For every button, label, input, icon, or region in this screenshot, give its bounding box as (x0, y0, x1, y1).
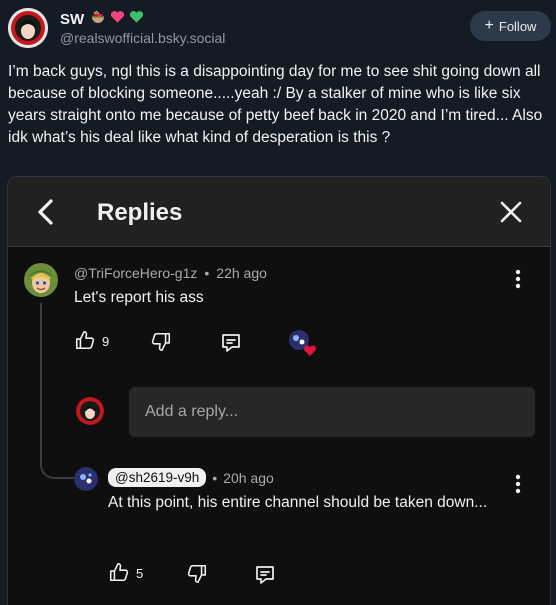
pink-heart-emoji-icon (110, 10, 125, 29)
author-display-name[interactable]: SW (60, 11, 84, 28)
ramen-bowl-emoji-icon (90, 9, 106, 30)
thumbs-down-icon (150, 331, 172, 356)
replies-title: Replies (97, 199, 183, 226)
creator-heart-badge (288, 329, 318, 357)
reply-like-button[interactable]: 5 (108, 561, 143, 586)
follow-button[interactable]: + Follow (470, 11, 551, 41)
thread-connector (40, 303, 76, 479)
commenter-avatar[interactable] (24, 263, 58, 297)
embedded-image[interactable]: Replies @TriForceHero-g1z • 22h ago Let'… (7, 176, 551, 605)
reply-time[interactable]: 20h ago (223, 470, 274, 486)
meta-separator: • (212, 469, 218, 486)
thumbs-up-icon (108, 561, 130, 586)
more-options-icon[interactable] (510, 472, 526, 496)
add-reply-input[interactable] (129, 387, 535, 437)
thumbs-up-icon (74, 329, 96, 354)
reply-reply-button[interactable] (253, 563, 277, 590)
reply-author-chip[interactable]: @sh2619-v9h (108, 468, 207, 487)
comment-bubble-icon (253, 563, 277, 590)
plus-icon: + (484, 16, 494, 34)
reply-dislike-button[interactable] (186, 563, 208, 588)
comment-author[interactable]: @TriForceHero-g1z (74, 265, 197, 281)
green-heart-emoji-icon (129, 10, 144, 29)
post-header: SW @realswofficial.bsky.social + Follow (0, 0, 556, 60)
dislike-button[interactable] (150, 331, 172, 356)
like-count: 9 (102, 334, 110, 349)
comment-bubble-icon (219, 331, 243, 358)
reply-button[interactable] (219, 331, 243, 358)
current-user-avatar (76, 397, 104, 425)
post-text: I’m back guys, ngl this is a disappointi… (8, 63, 543, 146)
meta-separator: • (204, 265, 210, 281)
replier-avatar[interactable] (74, 467, 98, 491)
comment-text: Let's report his ass (74, 289, 204, 306)
author-avatar[interactable] (8, 8, 48, 48)
like-button[interactable]: 9 (74, 329, 109, 354)
more-options-icon[interactable] (510, 267, 526, 291)
thumbs-down-icon (186, 563, 208, 588)
follow-label: Follow (498, 18, 537, 34)
reply-like-count: 5 (136, 566, 144, 581)
reply-text: At this point, his entire channel should… (108, 494, 488, 511)
chevron-left-icon[interactable] (33, 197, 59, 227)
comment-time[interactable]: 22h ago (216, 265, 267, 281)
author-handle[interactable]: @realswofficial.bsky.social (60, 30, 225, 46)
close-icon[interactable] (498, 199, 524, 225)
replies-header: Replies (8, 177, 550, 247)
